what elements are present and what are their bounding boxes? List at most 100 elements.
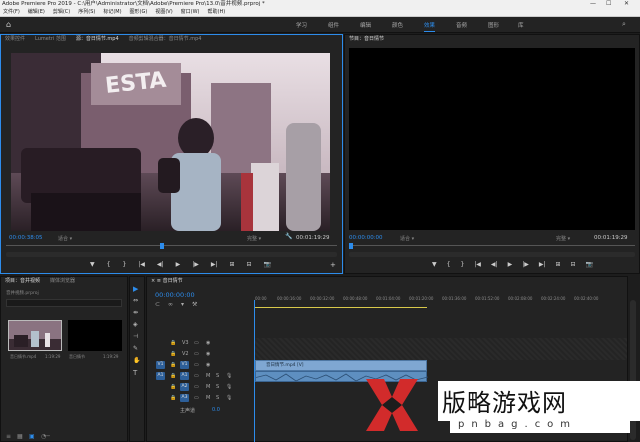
icon-view-icon[interactable]: ▦ (17, 433, 23, 440)
solo-button[interactable]: S (216, 373, 219, 379)
tab-lumetri-scopes[interactable]: Lumetri 范围 (35, 35, 66, 44)
source-scrub-bar[interactable] (6, 245, 337, 246)
sync-lock-icon[interactable]: ▭ (194, 373, 199, 379)
tab-project[interactable]: 项目：音并视频 (5, 277, 40, 286)
snap-icon[interactable]: ⊂ (155, 301, 160, 308)
menu-window[interactable]: 窗口(W) (181, 8, 200, 16)
track-target-a2[interactable]: A2 (180, 383, 189, 391)
menu-edit[interactable]: 编辑(E) (28, 8, 45, 16)
mute-button[interactable]: M (206, 384, 210, 390)
go-to-out-icon[interactable]: ▶| (539, 261, 546, 268)
menu-help[interactable]: 帮助(H) (208, 8, 226, 16)
sync-lock-icon[interactable]: ▭ (194, 395, 199, 401)
zoom-slider-icon[interactable]: ◔─ (41, 433, 50, 440)
timeline-settings-icon[interactable]: ⚒ (192, 301, 197, 308)
solo-button[interactable]: S (216, 395, 219, 401)
mute-button[interactable]: M (206, 395, 210, 401)
source-quality-select[interactable]: 完整 ▾ (247, 235, 261, 242)
solo-button[interactable]: S (216, 384, 219, 390)
source-zoom-scrollbar[interactable] (6, 252, 337, 257)
video-clip[interactable]: 音日情节.mp4 [V] (255, 360, 427, 371)
maximize-icon[interactable]: ☐ (606, 0, 611, 8)
list-view-icon[interactable]: ≡ (6, 433, 11, 440)
sync-lock-icon[interactable]: ▭ (194, 340, 199, 346)
source-playhead[interactable] (160, 243, 164, 249)
sync-lock-icon[interactable]: ▭ (194, 362, 199, 368)
source-patch-a1[interactable]: A1 (156, 372, 165, 380)
go-to-in-icon[interactable]: |◀ (474, 261, 481, 268)
lift-icon[interactable]: ⊞ (555, 261, 560, 268)
close-icon[interactable]: ✕ (624, 0, 629, 8)
media-thumb-clip[interactable] (8, 320, 62, 351)
workspace-effects[interactable]: 效果 (424, 21, 436, 32)
hand-tool-icon[interactable]: ✋ (133, 357, 140, 364)
mark-in-icon[interactable]: { (447, 261, 451, 268)
selection-tool-icon[interactable]: ▶ (133, 285, 138, 293)
insert-icon[interactable]: ⊞ (229, 261, 234, 268)
minimize-icon[interactable]: — (590, 0, 596, 8)
search-icon[interactable]: ⌕ (622, 20, 626, 29)
wrench-icon[interactable]: 🔧 (285, 233, 292, 240)
razor-tool-icon[interactable]: ◈ (133, 321, 138, 328)
menu-sequence[interactable]: 序列(S) (78, 8, 95, 16)
voiceover-icon[interactable]: 🎙 (226, 384, 232, 390)
tab-audio-clip-mixer[interactable]: 音频剪辑混合器：音日情节.mp4 (129, 35, 202, 44)
workspace-color[interactable]: 颜色 (392, 21, 403, 29)
menu-file[interactable]: 文件(F) (3, 8, 20, 16)
eye-icon[interactable]: ◉ (206, 340, 210, 346)
workspace-editing[interactable]: 编辑 (360, 21, 371, 29)
source-patch-v1[interactable]: V1 (156, 361, 165, 369)
go-to-out-icon[interactable]: ▶| (211, 261, 218, 268)
project-search-input[interactable] (6, 299, 122, 307)
tab-program[interactable]: 节目：音日情节 (349, 35, 384, 44)
extract-icon[interactable]: ⊟ (571, 261, 576, 268)
sync-lock-icon[interactable]: ▭ (194, 351, 199, 357)
workspace-graphics[interactable]: 图形 (488, 21, 499, 29)
add-marker-icon[interactable]: ▼ (432, 261, 437, 268)
mark-in-icon[interactable]: { (107, 261, 111, 268)
tab-media-browser[interactable]: 媒体浏览器 (50, 277, 75, 286)
overwrite-icon[interactable]: ⊟ (247, 261, 252, 268)
timeline-timecode[interactable]: 00:00:00:00 (155, 291, 195, 299)
workspace-libraries[interactable]: 库 (518, 21, 524, 29)
play-icon[interactable]: ▶ (176, 261, 181, 268)
program-timecode[interactable]: 00:00:00:00 (349, 234, 383, 241)
mute-button[interactable]: M (206, 373, 210, 379)
menu-graphics[interactable]: 图形(G) (130, 8, 148, 16)
go-to-in-icon[interactable]: |◀ (138, 261, 145, 268)
type-tool-icon[interactable]: T (133, 369, 137, 377)
slip-tool-icon[interactable]: ⊣ (133, 333, 138, 340)
workspace-assembly[interactable]: 组件 (328, 21, 339, 29)
work-area-bar[interactable] (255, 307, 427, 308)
workspace-audio[interactable]: 音频 (456, 21, 467, 29)
eye-icon[interactable]: ◉ (206, 351, 210, 357)
program-zoom-scrollbar[interactable] (349, 252, 635, 257)
mark-out-icon[interactable]: } (122, 261, 126, 268)
workspace-learn[interactable]: 学习 (296, 21, 307, 29)
source-fit-select[interactable]: 适合 ▾ (58, 235, 72, 242)
step-back-icon[interactable]: ◀| (491, 261, 498, 268)
tab-source[interactable]: 源：音日情节.mp4 (76, 35, 119, 44)
menu-clip[interactable]: 剪辑(C) (53, 8, 70, 16)
track-target-a1[interactable]: A1 (180, 372, 189, 380)
master-volume[interactable]: 0.0 (212, 407, 220, 413)
tab-effect-controls[interactable]: 效果控件 (5, 35, 25, 44)
step-back-icon[interactable]: ◀| (157, 261, 164, 268)
export-frame-icon[interactable]: 📷 (264, 261, 271, 268)
home-icon[interactable]: ⌂ (6, 20, 11, 29)
play-icon[interactable]: ▶ (508, 261, 513, 268)
tab-timeline-sequence[interactable]: × ≡ 音日情节 (151, 277, 183, 286)
sync-lock-icon[interactable]: ▭ (194, 384, 199, 390)
mark-out-icon[interactable]: } (460, 261, 464, 268)
menu-view[interactable]: 视图(V) (155, 8, 172, 16)
pen-tool-icon[interactable]: ✎ (133, 345, 138, 352)
step-forward-icon[interactable]: |▶ (192, 261, 199, 268)
source-timecode[interactable]: 00:00:38:05 (9, 234, 43, 241)
ripple-edit-tool-icon[interactable]: ⇹ (133, 309, 138, 316)
add-button-icon[interactable]: + (330, 261, 336, 269)
track-target-a3[interactable]: A3 (180, 394, 189, 402)
voiceover-icon[interactable]: 🎙 (226, 373, 232, 379)
step-forward-icon[interactable]: |▶ (522, 261, 529, 268)
add-marker-icon[interactable]: ▼ (90, 261, 95, 268)
sequence-thumb[interactable] (68, 320, 122, 351)
